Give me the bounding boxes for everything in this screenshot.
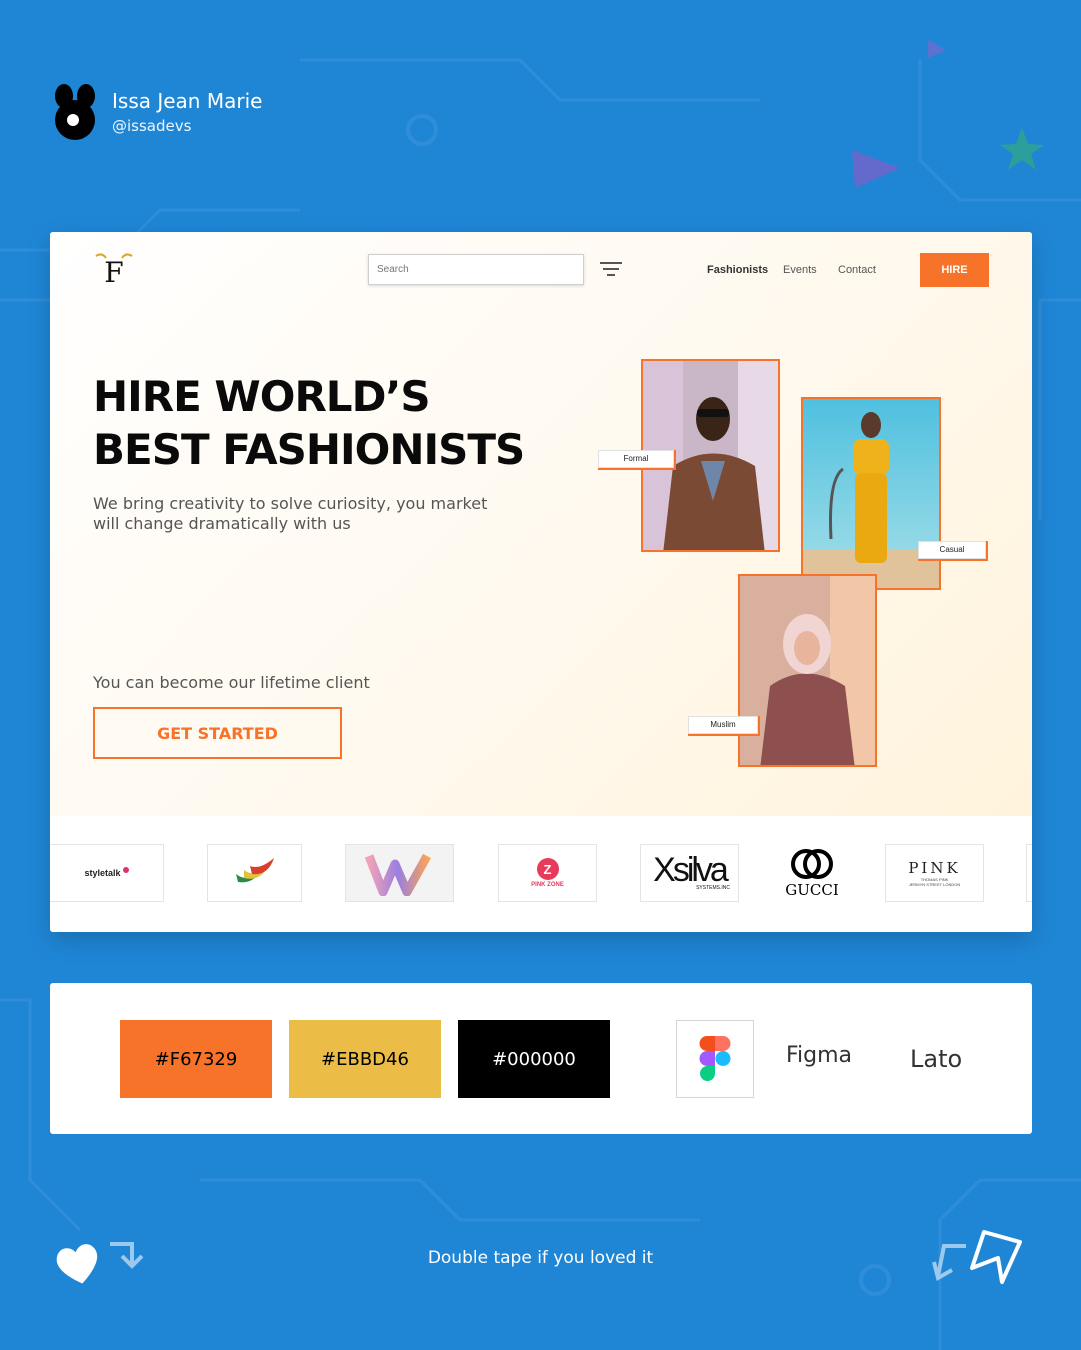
hero-headline: HIRE WORLD’S BEST FASHIONISTS [93, 370, 525, 476]
gucci-gg-icon [791, 849, 833, 879]
website-mockup: F Fashionists Events Contact HIRE HIRE W… [50, 232, 1032, 932]
swoosh-logo-icon [235, 858, 274, 883]
pinkzone-label: PINK ZONE [531, 882, 564, 888]
brand-partial[interactable] [1026, 844, 1032, 902]
filter-icon[interactable] [600, 262, 622, 278]
brand-logo-icon[interactable]: F [92, 250, 136, 286]
tool-name: Figma [786, 1043, 853, 1068]
brand-w[interactable] [345, 844, 454, 902]
headline-line-2: BEST FASHIONISTS [93, 425, 525, 474]
lifetime-text: You can become our lifetime client [93, 673, 370, 692]
author-name: Issa Jean Marie [112, 89, 263, 113]
style-guide-card: #F67329 #EBBD46 #000000 Figma Lato [50, 983, 1032, 1134]
svg-text:F: F [104, 256, 123, 286]
swatch-black: #000000 [458, 1020, 610, 1098]
photo-casual[interactable] [801, 397, 941, 590]
hire-button[interactable]: HIRE [920, 253, 989, 287]
author-handle: @issadevs [112, 117, 192, 135]
search-input[interactable] [368, 254, 584, 285]
brand-xsilva[interactable]: Xsilva SYSTEMS.INC [640, 844, 739, 902]
hero-subtitle: We bring creativity to solve curiosity, … [93, 494, 488, 533]
pinkzone-z-icon: Z [536, 858, 559, 880]
xsilva-sub: SYSTEMS.INC [696, 885, 730, 891]
get-started-button[interactable]: GET STARTED [93, 707, 342, 759]
bookmark-icon[interactable] [968, 1228, 1024, 1286]
brand-gucci[interactable]: GUCCI [782, 844, 842, 902]
nav-events[interactable]: Events [783, 264, 817, 276]
styletalk-dot-icon [122, 867, 129, 873]
styletalk-label: styletalk [84, 868, 121, 878]
pink-label: PINK [908, 859, 961, 877]
swatch-yellow-label: #EBBD46 [321, 1048, 409, 1070]
hero-section: F Fashionists Events Contact HIRE HIRE W… [50, 232, 1032, 816]
brand-styletalk[interactable]: styletalk [50, 844, 164, 902]
w-logo-icon [364, 853, 431, 896]
swatch-orange-label: #F67329 [154, 1048, 238, 1070]
arrow-down-left-icon [932, 1244, 966, 1282]
pink-sub2: JERMYN STREET LONDON [908, 882, 961, 887]
tag-casual: Casual [918, 541, 988, 561]
nav-fashionists[interactable]: Fashionists [707, 264, 768, 276]
headline-line-1: HIRE WORLD’S [93, 372, 431, 421]
nav-contact[interactable]: Contact [838, 264, 876, 276]
tag-formal: Formal [598, 450, 676, 470]
swatch-orange: #F67329 [120, 1020, 272, 1098]
figma-logo-box [676, 1020, 754, 1098]
swatch-black-label: #000000 [492, 1048, 576, 1070]
tag-muslim: Muslim [688, 716, 760, 736]
brand-logos-strip: styletalk Z PINK ZONE Xsilva SYSTEMS.INC [50, 816, 1032, 932]
footer-text: Double tape if you loved it [427, 1248, 654, 1268]
photo-muslim[interactable] [738, 574, 877, 767]
xsilva-label: Xsilva [653, 851, 729, 889]
figma-icon [699, 1036, 731, 1081]
font-name: Lato [910, 1045, 963, 1073]
bunny-logo-icon [55, 84, 95, 140]
brand-swoosh[interactable] [207, 844, 302, 902]
brand-pinkzone[interactable]: Z PINK ZONE [498, 844, 597, 902]
gucci-label: GUCCI [785, 881, 839, 899]
swatch-yellow: #EBBD46 [289, 1020, 441, 1098]
brand-pink[interactable]: PINK THOMAS PINK JERMYN STREET LONDON [885, 844, 984, 902]
author-block: Issa Jean Marie @issadevs [50, 84, 262, 140]
